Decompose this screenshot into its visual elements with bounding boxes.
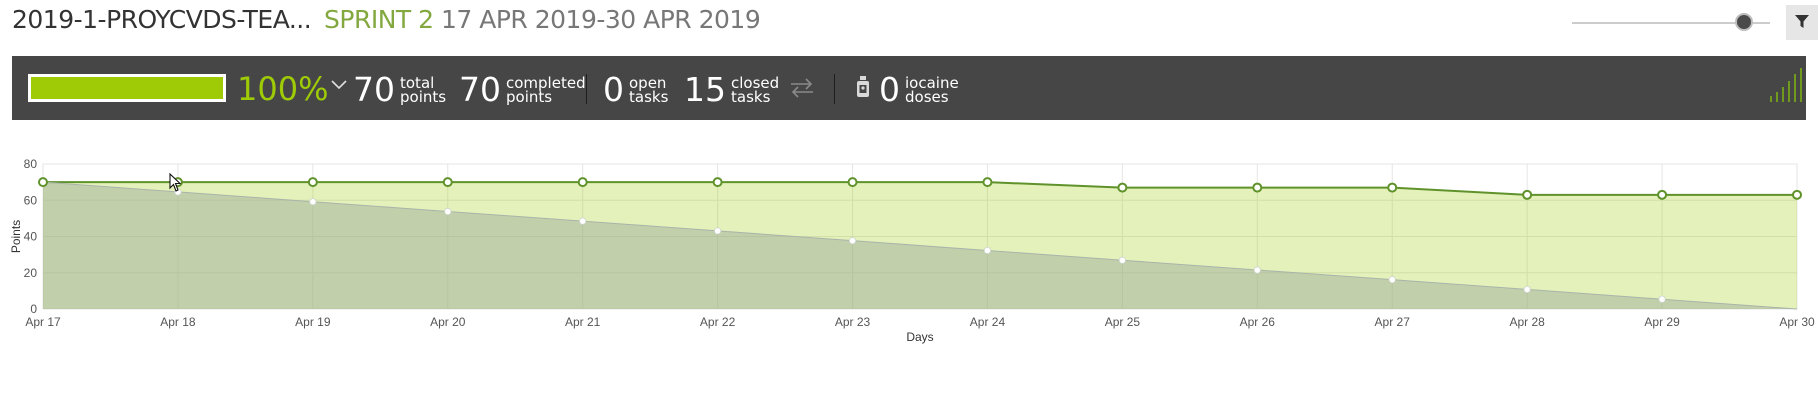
ideal-point bbox=[714, 227, 722, 235]
filter-icon bbox=[1795, 15, 1809, 28]
chevron-down-icon[interactable] bbox=[331, 78, 347, 90]
remaining-point bbox=[38, 177, 48, 188]
completed-points-value: 70 bbox=[459, 70, 501, 109]
total-points-label-2: points bbox=[400, 87, 447, 106]
ideal-point bbox=[1118, 256, 1126, 264]
remaining-point bbox=[1657, 189, 1668, 200]
sprint-header: 2019-1-PROYCVDS-TEA... SPRINT 2 17 APR 2… bbox=[0, 0, 1818, 50]
sprint-stats-bar: 100% 70 total points 70 completed points 0… bbox=[12, 56, 1806, 120]
progress-percent: 100% bbox=[237, 70, 329, 108]
swap-arrows-icon bbox=[791, 78, 813, 98]
signal-bars-icon[interactable] bbox=[1768, 68, 1802, 102]
ideal-point bbox=[1253, 266, 1261, 274]
x-axis-label: Days bbox=[906, 330, 933, 344]
total-points-stat: 70 total points bbox=[353, 70, 446, 109]
open-tasks-value: 0 bbox=[603, 70, 624, 109]
x-tick-label: Apr 22 bbox=[700, 315, 736, 329]
x-tick-label: Apr 18 bbox=[160, 315, 196, 329]
x-tick-label: Apr 27 bbox=[1375, 315, 1411, 329]
x-tick-label: Apr 20 bbox=[430, 315, 466, 329]
sprint-name: SPRINT 2 bbox=[324, 5, 434, 34]
completed-points-label-2: points bbox=[506, 87, 553, 106]
remaining-point bbox=[1252, 182, 1263, 193]
x-tick-label: Apr 28 bbox=[1509, 315, 1545, 329]
remaining-point bbox=[1387, 182, 1398, 193]
zoom-slider-handle[interactable] bbox=[1735, 13, 1754, 31]
progress-bar-fill bbox=[31, 77, 223, 99]
remaining-point bbox=[982, 177, 993, 188]
ideal-point bbox=[983, 246, 992, 255]
ideal-point bbox=[579, 217, 587, 225]
y-tick-label: 60 bbox=[24, 193, 38, 207]
total-points-value: 70 bbox=[353, 70, 395, 109]
remaining-point bbox=[847, 177, 858, 188]
sprint-dates: 17 APR 2019-30 APR 2019 bbox=[440, 5, 761, 34]
x-tick-label: Apr 30 bbox=[1779, 315, 1815, 329]
remaining-point bbox=[307, 177, 318, 188]
x-tick-label: Apr 23 bbox=[835, 315, 871, 329]
mouse-cursor-icon bbox=[169, 173, 182, 192]
open-tasks-stat: 0 open tasks bbox=[603, 70, 668, 109]
x-tick-label: Apr 19 bbox=[295, 315, 331, 329]
stats-divider bbox=[834, 74, 835, 104]
iocaine-stat: 0 iocaine doses bbox=[879, 70, 959, 109]
ideal-point bbox=[848, 237, 857, 245]
y-tick-label: 0 bbox=[30, 302, 37, 316]
y-tick-label: 80 bbox=[24, 157, 38, 171]
project-title[interactable]: 2019-1-PROYCVDS-TEA... bbox=[12, 5, 312, 34]
y-tick-label: 20 bbox=[24, 266, 38, 280]
y-axis-label: Points bbox=[9, 220, 23, 253]
x-tick-label: Apr 25 bbox=[1105, 315, 1141, 329]
x-tick-label: Apr 29 bbox=[1644, 315, 1680, 329]
x-tick-label: Apr 17 bbox=[25, 315, 61, 329]
sprint-info: SPRINT 2 17 APR 2019-30 APR 2019 bbox=[324, 5, 761, 34]
ideal-point bbox=[1523, 285, 1531, 294]
progress-bar bbox=[28, 74, 226, 102]
y-tick-label: 40 bbox=[24, 230, 38, 244]
ideal-point bbox=[309, 198, 317, 206]
filter-button[interactable] bbox=[1786, 5, 1818, 40]
remaining-point bbox=[577, 177, 588, 188]
completed-points-stat: 70 completed points bbox=[459, 70, 586, 109]
burndown-chart: 0 20 40 60 80 Apr 17 Apr 18 Apr 19 Apr 20 Apr 21 A… bbox=[9, 157, 1815, 344]
iocaine-label-2: doses bbox=[905, 87, 949, 106]
ideal-point bbox=[444, 207, 452, 216]
closed-tasks-value: 15 bbox=[684, 70, 726, 109]
open-tasks-label-2: tasks bbox=[629, 87, 669, 106]
remaining-point bbox=[712, 177, 723, 188]
remaining-point bbox=[442, 177, 453, 188]
x-tick-label: Apr 21 bbox=[565, 315, 601, 329]
x-tick-label: Apr 26 bbox=[1240, 315, 1276, 329]
ideal-point bbox=[1658, 295, 1666, 303]
iocaine-value: 0 bbox=[879, 70, 900, 109]
remaining-point bbox=[1792, 189, 1802, 200]
remaining-point bbox=[1117, 182, 1128, 193]
stats-divider bbox=[586, 74, 587, 104]
ideal-point bbox=[1388, 276, 1396, 284]
x-tick-label: Apr 24 bbox=[970, 315, 1006, 329]
closed-tasks-stat: 15 closed tasks bbox=[684, 70, 779, 109]
iocaine-bottle-icon bbox=[857, 76, 869, 97]
remaining-point bbox=[1522, 189, 1533, 200]
closed-tasks-label-2: tasks bbox=[731, 87, 771, 106]
